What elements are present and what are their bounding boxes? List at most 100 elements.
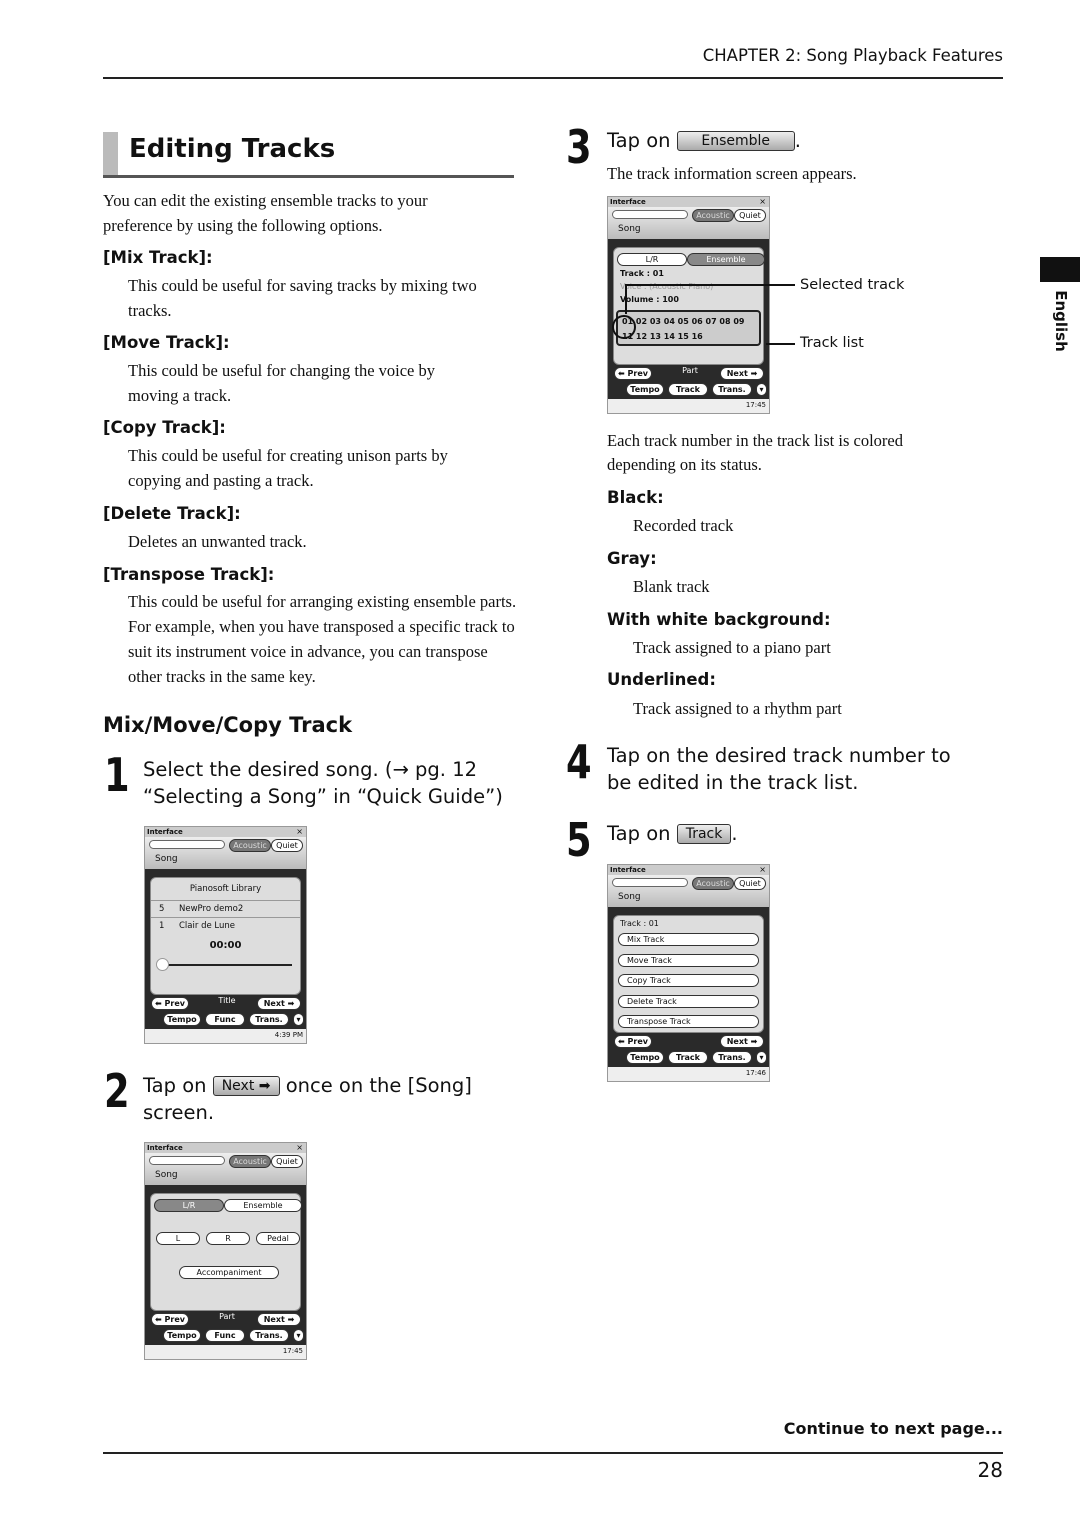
color-term: Gray: [607, 549, 657, 568]
screen-top: Acoustic Quiet Song [145, 837, 306, 869]
tempo-button: Tempo [163, 1013, 201, 1026]
quiet-button: Quiet [271, 839, 303, 852]
quiet-button: Quiet [734, 209, 766, 222]
color-desc: Track assigned to a piano part [633, 638, 831, 657]
track-number: Track : 01 [620, 269, 664, 278]
accompaniment-button: Accompaniment [179, 1266, 279, 1279]
step-number: 4 [566, 735, 592, 789]
callout-line [625, 284, 795, 286]
screen-mid-label: Part [682, 366, 698, 375]
volume-slider [149, 840, 225, 849]
prev-button: ⬅ Prev [614, 367, 652, 380]
step-text: . [731, 822, 738, 845]
step-1-text: Select the desired song. (→ pg. 12 “Selec… [143, 756, 503, 810]
step-text: once on the [Song] [285, 1074, 472, 1097]
trans-button: Trans. [249, 1013, 289, 1026]
status-bar: 17:45 [608, 399, 769, 413]
clock: 17:45 [745, 401, 766, 409]
subsection-title: Mix/Move/Copy Track [103, 713, 353, 737]
part-screen-screenshot: Interface × Acoustic Quiet Song ⬅ Prev Part Nex… [144, 1142, 307, 1360]
clock: 17:45 [282, 1347, 303, 1355]
step-text: Tap on [607, 822, 671, 845]
part-button: R [206, 1232, 250, 1245]
page-number: 28 [977, 1458, 1003, 1482]
option-desc: This could be useful for arranging exist… [128, 592, 517, 686]
screen-button: Track [668, 383, 708, 396]
color-desc: Blank track [633, 577, 710, 596]
status-bar: 17:46 [608, 1067, 769, 1081]
step-3-text: Tap on Ensemble. [607, 127, 801, 154]
tempo-button: Tempo [163, 1329, 201, 1342]
step-line: be edited in the track list. [607, 771, 859, 794]
chapter-header: CHAPTER 2: Song Playback Features [702, 46, 1003, 65]
side-tab-marker [1040, 257, 1080, 282]
step-line: Select the desired song. (→ pg. 12 [143, 758, 478, 781]
step-number: 3 [566, 120, 592, 174]
screen-panel: Track : 01 Mix Track Move Track Copy Track D… [613, 915, 764, 1033]
screen-titlebar: Interface [145, 1143, 306, 1153]
step-number: 2 [104, 1064, 130, 1118]
clock: 17:46 [745, 1069, 766, 1077]
part-button: L [156, 1232, 200, 1245]
song-row: 1 Clair de Lune [151, 917, 300, 934]
next-button: Next ➡ [257, 1313, 301, 1326]
close-icon: × [296, 1143, 303, 1152]
menu-item-copy-track: Copy Track [618, 974, 759, 987]
screen-panel: L/R Ensemble Track : 01 Voice : (Acoustic P… [613, 247, 765, 365]
slider-thumb [156, 958, 169, 971]
down-icon: ▾ [756, 383, 767, 396]
ensemble-button-image: Ensemble [676, 131, 795, 151]
track-list-row: 11 12 13 14 15 16 [622, 332, 703, 341]
step-text: Tap on [143, 1074, 207, 1097]
down-icon: ▾ [756, 1051, 767, 1064]
song-time: 00:00 [209, 940, 242, 951]
continue-note: Continue to next page... [783, 1419, 1003, 1438]
tab-ensemble: Ensemble [687, 253, 765, 266]
volume-slider [612, 210, 688, 219]
step-text: screen. [143, 1101, 215, 1124]
song-screen-screenshot: Interface × Acoustic Quiet Song ⬅ Prev Title Ne… [144, 826, 307, 1044]
track-list-label: Track list [800, 335, 864, 351]
screen-panel: L/R Ensemble L R Pedal Accompaniment [150, 1193, 302, 1311]
song-name: Clair de Lune [179, 921, 235, 931]
status-bar: 17:45 [145, 1345, 306, 1359]
screen-button: Func [205, 1329, 245, 1342]
song-number: 5 [159, 904, 165, 914]
screen-song-label: Song [155, 1170, 178, 1180]
screen-song-label: Song [618, 224, 641, 234]
track-button-image: Track [676, 824, 732, 844]
tempo-button: Tempo [626, 383, 664, 396]
step-2-text: Tap on Next ➡ once on the [Song] screen. [143, 1072, 472, 1126]
color-term: Underlined: [607, 670, 716, 689]
trans-button: Trans. [249, 1329, 289, 1342]
tab-lr: L/R [154, 1199, 224, 1212]
track-list: 01 02 03 04 05 06 07 08 09 11 12 13 14 15… [616, 310, 761, 346]
screen-song-label: Song [155, 854, 178, 864]
step-text: Tap on [607, 129, 671, 152]
menu-item-transpose-track: Transpose Track [618, 1015, 759, 1028]
clock: 4:39 PM [274, 1031, 303, 1039]
screen-top: Acoustic Quiet Song [608, 207, 769, 239]
close-icon: × [759, 865, 766, 874]
tab-ensemble: Ensemble [224, 1199, 302, 1212]
side-tab-english: English [1051, 290, 1070, 352]
quiet-button: Quiet [271, 1155, 303, 1168]
screen-mid-label: Title [218, 996, 236, 1005]
acoustic-button: Acoustic [229, 839, 271, 852]
step-number: 1 [104, 748, 130, 802]
prev-button: ⬅ Prev [151, 997, 189, 1010]
option-desc: This could be useful for saving tracks b… [128, 276, 477, 320]
screen-top: Acoustic Quiet Song [608, 875, 769, 907]
colors-intro: Each track number in the track list is c… [607, 431, 903, 450]
option-desc: Deletes an unwanted track. [128, 532, 307, 551]
next-button: Next ➡ [720, 1035, 764, 1048]
color-term: With white background: [607, 610, 831, 629]
option-term: [Move Track]: [103, 333, 230, 352]
menu-item-delete-track: Delete Track [618, 994, 759, 1008]
volume-slider [612, 878, 688, 887]
acoustic-button: Acoustic [229, 1155, 271, 1168]
song-number: 1 [159, 921, 165, 931]
track-menu-screenshot: Interface × Acoustic Quiet Song ⬅ Prev Next ➡ T… [607, 864, 770, 1082]
menu-item-mix-track: Mix Track [618, 933, 759, 946]
option-term: [Transpose Track]: [103, 565, 275, 584]
